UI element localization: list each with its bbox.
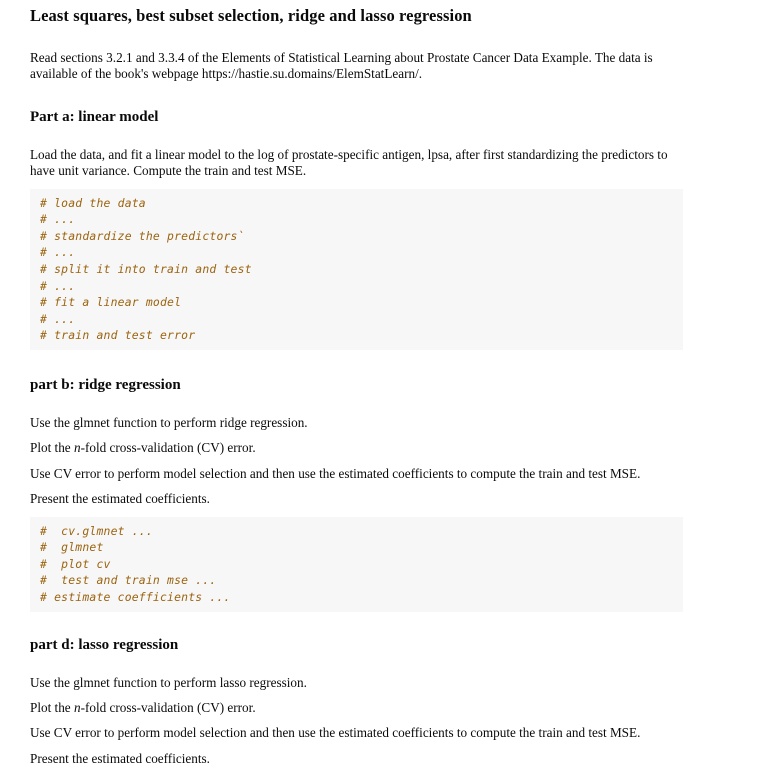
part-d-paragraph-3: Use CV error to perform model selection … [30, 725, 641, 741]
document-page: Least squares, best subset selection, ri… [0, 0, 762, 779]
text-fragment: Plot the [30, 440, 74, 456]
math-variable-n: n [73, 699, 81, 715]
text-fragment: Plot the [30, 699, 74, 715]
section-heading-part-a: Part a: linear model [30, 108, 159, 125]
part-b-paragraph-4: Present the estimated coefficients. [30, 491, 210, 507]
text-fragment: -fold cross-validation (CV) error. [80, 440, 256, 456]
part-d-paragraph-2: Plot the n-fold cross-validation (CV) er… [30, 700, 683, 716]
code-block-part-a: # load the data # ... # standardize the … [30, 188, 683, 350]
part-b-paragraph-2: Plot the n-fold cross-validation (CV) er… [30, 440, 683, 456]
page-title: Least squares, best subset selection, ri… [30, 6, 472, 25]
part-b-paragraph-1: Use the glmnet function to perform ridge… [30, 414, 308, 430]
part-d-paragraph-4: Present the estimated coefficients. [30, 750, 210, 766]
part-d-paragraph-1: Use the glmnet function to perform lasso… [30, 674, 307, 690]
code-block-part-b: # cv.glmnet ... # glmnet # plot cv # tes… [30, 516, 683, 612]
part-b-paragraph-3: Use CV error to perform model selection … [30, 465, 641, 481]
math-variable-n: n [73, 440, 81, 456]
section-heading-part-b: part b: ridge regression [30, 376, 181, 393]
text-fragment: -fold cross-validation (CV) error. [80, 699, 256, 715]
document-content: Least squares, best subset selection, ri… [30, 6, 683, 767]
intro-paragraph: Read sections 3.2.1 and 3.3.4 of the Ele… [30, 50, 653, 82]
part-a-paragraph: Load the data, and fit a linear model to… [30, 146, 668, 179]
section-heading-part-d: part d: lasso regression [30, 636, 179, 653]
